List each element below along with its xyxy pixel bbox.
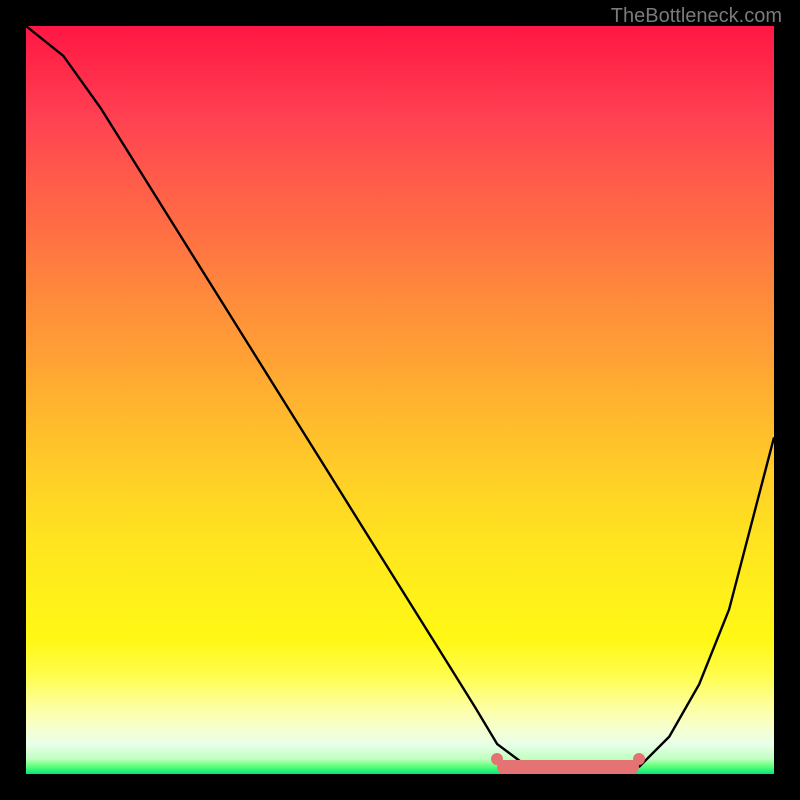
watermark-text: TheBottleneck.com: [611, 5, 782, 28]
plot-area: [26, 26, 774, 774]
bottleneck-curve: [26, 26, 774, 774]
optimal-band: [497, 760, 639, 774]
